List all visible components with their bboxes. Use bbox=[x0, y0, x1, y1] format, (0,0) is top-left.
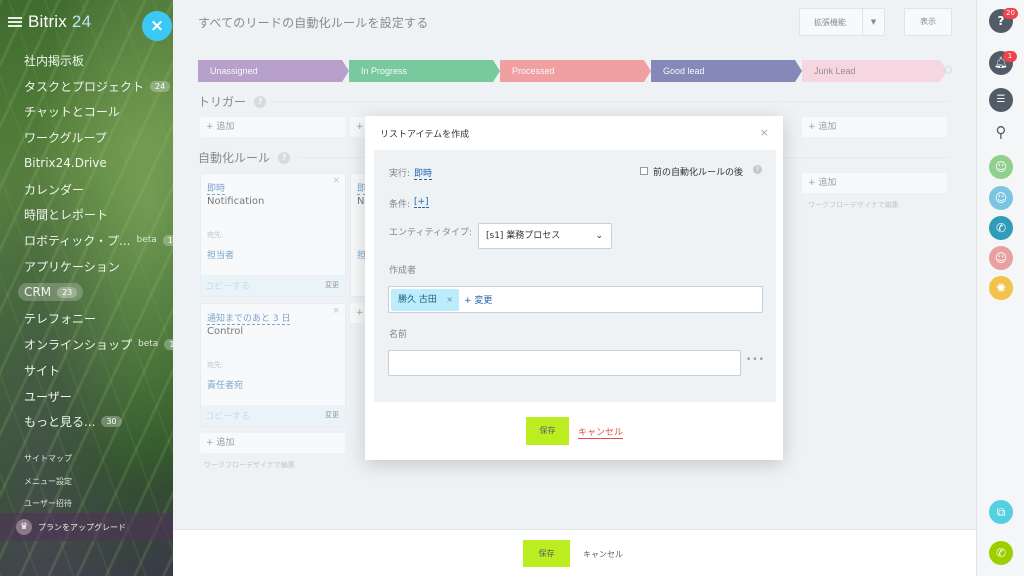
after-previous-label: 前の自動化ルールの後 bbox=[653, 168, 744, 178]
phone-icon[interactable]: ✆ bbox=[989, 541, 1013, 565]
close-menu-button[interactable]: × bbox=[142, 11, 172, 41]
avatar[interactable]: ☺ bbox=[989, 155, 1013, 179]
create-list-item-dialog: リストアイテムを作成 × 実行: 即時 前の自動化ルールの後 ? 条件: [+]… bbox=[365, 116, 783, 460]
sidebar-item-workgroups[interactable]: ワークグループ bbox=[24, 128, 107, 146]
run-timing-link[interactable]: 即時 bbox=[414, 166, 433, 180]
count-badge: 23 bbox=[57, 286, 78, 298]
sidebar-item-tasks[interactable]: タスクとプロジェクト 24 bbox=[24, 77, 171, 95]
hamburger-menu-icon[interactable] bbox=[8, 17, 22, 27]
dialog-save-button[interactable]: 保存 bbox=[526, 417, 569, 445]
condition-label: 条件: bbox=[389, 200, 411, 210]
crown-icon: ♛ bbox=[16, 519, 32, 535]
author-change-link[interactable]: + 変更 bbox=[464, 293, 492, 306]
dialog-title: リストアイテムを作成 bbox=[380, 130, 470, 140]
beta-label: beta bbox=[136, 235, 157, 245]
main-area: すべてのリードの自動化ルールを設定する 拡張機能 ▼ 表示 Unassigned … bbox=[173, 0, 976, 576]
sidebar-item-online-shop[interactable]: オンラインショップ beta 1 bbox=[24, 335, 173, 353]
upgrade-label: プランをアップグレード bbox=[38, 522, 126, 532]
cancel-button[interactable]: キャンセル bbox=[583, 549, 623, 560]
sidebar-item-chat[interactable]: チャットとコール bbox=[24, 102, 120, 120]
run-label: 実行: bbox=[389, 169, 411, 179]
dialog-cancel-button[interactable]: キャンセル bbox=[578, 425, 624, 439]
sidebar-item-telephony[interactable]: テレフォニー bbox=[24, 309, 96, 327]
logo[interactable]: Bitrix 24 bbox=[28, 12, 91, 32]
count-badge: 1 bbox=[162, 234, 173, 246]
call-icon[interactable]: ✆ bbox=[989, 216, 1013, 240]
sidebar-item-more[interactable]: もっと見る... 30 bbox=[24, 412, 122, 430]
chevron-down-icon: ⌄ bbox=[595, 231, 603, 241]
name-label: 名前 bbox=[389, 330, 408, 340]
bulb-icon[interactable]: ✺ bbox=[989, 276, 1013, 300]
entity-type-label: エンティティタイプ: bbox=[389, 228, 472, 238]
dialog-body: 実行: 即時 前の自動化ルールの後 ? 条件: [+] エンティティタイプ: [… bbox=[374, 150, 776, 402]
sidebar-item-applications[interactable]: アプリケーション bbox=[24, 257, 120, 275]
left-sidebar: Bitrix 24 × 社内掲示板 タスクとプロジェクト 24 チャットとコール … bbox=[0, 0, 173, 576]
author-label: 作成者 bbox=[389, 266, 417, 276]
help-icon[interactable]: ? bbox=[753, 165, 762, 174]
author-field[interactable]: 勝久 古田 × + 変更 bbox=[388, 286, 763, 313]
avatar[interactable]: ☺ bbox=[989, 246, 1013, 270]
upgrade-plan-button[interactable]: ♛ プランをアップグレード bbox=[0, 513, 173, 541]
name-input[interactable] bbox=[388, 350, 741, 376]
avatar[interactable]: ☺ bbox=[989, 186, 1013, 210]
count-badge: 30 bbox=[101, 415, 122, 427]
sidebar-item-news[interactable]: 社内掲示板 bbox=[24, 51, 84, 69]
sidebar-item-drive[interactable]: Bitrix24.Drive bbox=[24, 154, 107, 172]
remove-tag-icon[interactable]: × bbox=[446, 289, 453, 311]
condition-add-link[interactable]: [+] bbox=[414, 197, 429, 208]
sidebar-item-sites[interactable]: サイト bbox=[24, 361, 60, 379]
menu-settings-link[interactable]: メニュー設定 bbox=[24, 476, 72, 487]
search-icon[interactable]: ⚲ bbox=[991, 123, 1011, 143]
chat-icon[interactable]: ☰ bbox=[989, 88, 1013, 112]
open-lines-icon[interactable]: ⧉ bbox=[989, 500, 1013, 524]
sidebar-item-time-reports[interactable]: 時間とレポート bbox=[24, 205, 108, 223]
help-badge: 20 bbox=[1003, 8, 1018, 19]
notification-badge: 1 bbox=[1003, 51, 1017, 62]
entity-type-select[interactable]: [s1] 業務プロセス ⌄ bbox=[478, 223, 612, 249]
more-options-icon[interactable]: ••• bbox=[746, 355, 765, 365]
invite-users-link[interactable]: ユーザー招待 bbox=[24, 498, 72, 509]
sidebar-item-calendar[interactable]: カレンダー bbox=[24, 180, 84, 198]
sidebar-item-users[interactable]: ユーザー bbox=[24, 387, 72, 405]
after-previous-checkbox[interactable] bbox=[640, 167, 648, 175]
count-badge: 24 bbox=[150, 80, 171, 92]
close-icon[interactable]: × bbox=[760, 126, 769, 139]
logo-row: Bitrix 24 bbox=[8, 12, 91, 32]
right-toolbar: ? 20 🔔︎ 1 ☰ ⚲ ☺ ☺ ✆ ☺ ✺ ⧉ ✆ bbox=[976, 0, 1024, 576]
bottom-action-bar: 保存 キャンセル bbox=[173, 529, 976, 576]
sitemap-link[interactable]: サイトマップ bbox=[24, 453, 72, 464]
save-button[interactable]: 保存 bbox=[523, 540, 570, 567]
beta-label: beta bbox=[138, 339, 159, 349]
sidebar-item-crm[interactable]: CRM 23 bbox=[18, 283, 84, 301]
author-tag: 勝久 古田 × bbox=[391, 289, 459, 311]
count-badge: 1 bbox=[164, 338, 173, 350]
sidebar-item-rpa[interactable]: ロボティック・プ... beta 1 bbox=[24, 231, 173, 249]
